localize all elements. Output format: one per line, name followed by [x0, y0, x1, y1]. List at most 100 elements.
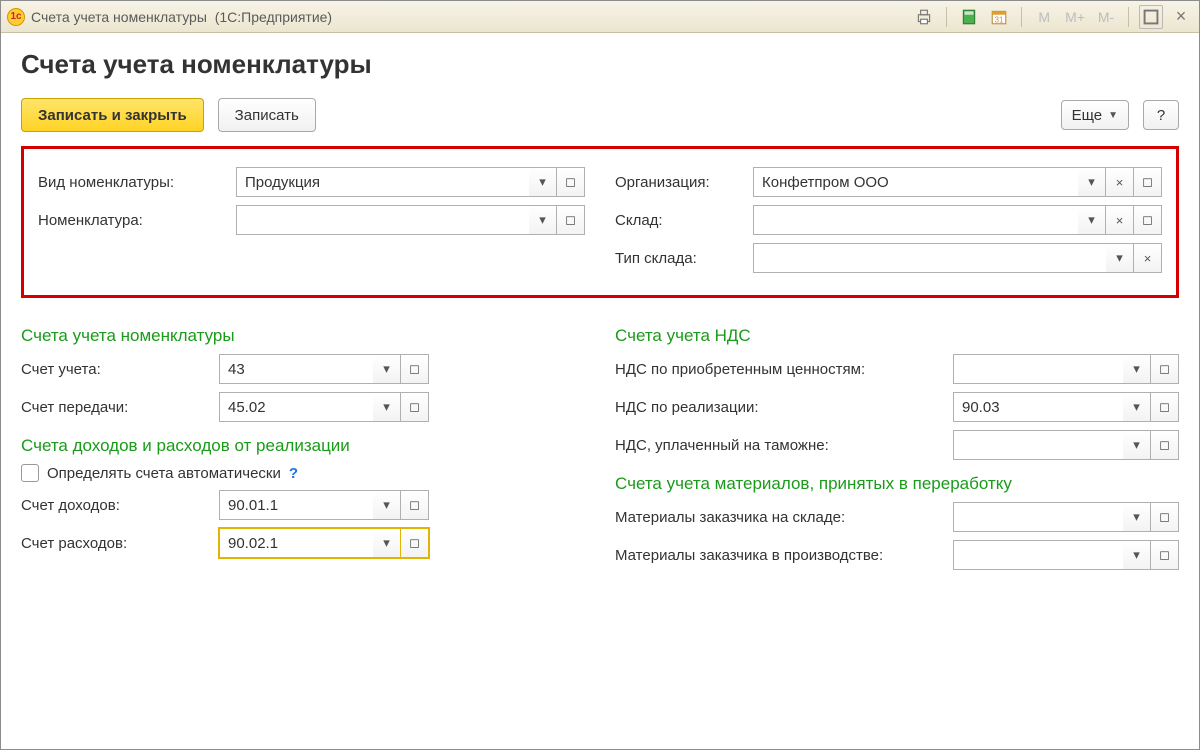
nomenclature-field[interactable]: ▾ ◻	[236, 205, 585, 235]
group-nom-accounts-title: Счета учета номенклатуры	[21, 326, 585, 346]
tolling-stock-label: Материалы заказчика на складе:	[615, 509, 945, 526]
tolling-stock-field[interactable]: ▾ ◻	[953, 502, 1179, 532]
vat-sales-input[interactable]: 90.03	[953, 392, 1123, 422]
transfer-account-field[interactable]: 45.02 ▾ ◻	[219, 392, 429, 422]
dropdown-icon[interactable]: ▾	[373, 354, 401, 384]
group-income-expense-title: Счета доходов и расходов от реализации	[21, 436, 585, 456]
close-icon[interactable]: ×	[1169, 5, 1193, 29]
dropdown-icon[interactable]: ▾	[1123, 392, 1151, 422]
titlebar: 1c Счета учета номенклатуры (1С:Предприя…	[1, 1, 1199, 33]
income-account-input[interactable]: 90.01.1	[219, 490, 373, 520]
calculator-icon[interactable]	[957, 5, 981, 29]
open-icon[interactable]: ◻	[401, 392, 429, 422]
clear-icon[interactable]: ×	[1106, 167, 1134, 197]
income-account-field[interactable]: 90.01.1 ▾ ◻	[219, 490, 429, 520]
income-account-label: Счет доходов:	[21, 497, 211, 514]
dropdown-icon[interactable]: ▾	[1123, 430, 1151, 460]
more-button[interactable]: Еще ▼	[1061, 100, 1129, 130]
account-field[interactable]: 43 ▾ ◻	[219, 354, 429, 384]
open-icon[interactable]: ◻	[1134, 167, 1162, 197]
memory-m-minus-button[interactable]: M-	[1094, 5, 1118, 29]
nomenclature-kind-input[interactable]: Продукция	[236, 167, 529, 197]
dropdown-icon[interactable]: ▾	[1106, 243, 1134, 273]
open-icon[interactable]: ◻	[401, 528, 429, 558]
dropdown-icon[interactable]: ▾	[1123, 502, 1151, 532]
dropdown-icon[interactable]: ▾	[529, 205, 557, 235]
tolling-wip-field[interactable]: ▾ ◻	[953, 540, 1179, 570]
auto-accounts-checkbox[interactable]	[21, 464, 39, 482]
main-columns: Счета учета номенклатуры Счет учета: 43 …	[21, 312, 1179, 578]
help-hint-icon[interactable]: ?	[289, 465, 298, 482]
open-icon[interactable]: ◻	[1151, 502, 1179, 532]
vat-sales-field[interactable]: 90.03 ▾ ◻	[953, 392, 1179, 422]
help-button[interactable]: ?	[1143, 100, 1179, 130]
save-and-close-button[interactable]: Записать и закрыть	[21, 98, 204, 132]
open-icon[interactable]: ◻	[557, 167, 585, 197]
tolling-wip-input[interactable]	[953, 540, 1123, 570]
group-vat-title: Счета учета НДС	[615, 326, 1179, 346]
nomenclature-input[interactable]	[236, 205, 529, 235]
app-logo-icon: 1c	[7, 8, 25, 26]
open-icon[interactable]: ◻	[557, 205, 585, 235]
open-icon[interactable]: ◻	[1151, 392, 1179, 422]
tolling-wip-label: Материалы заказчика в производстве:	[615, 547, 945, 564]
nomenclature-kind-field[interactable]: Продукция ▾ ◻	[236, 167, 585, 197]
warehouse-type-input[interactable]	[753, 243, 1106, 273]
expense-account-label: Счет расходов:	[21, 535, 211, 552]
vat-customs-field[interactable]: ▾ ◻	[953, 430, 1179, 460]
vat-purchase-input[interactable]	[953, 354, 1123, 384]
clear-icon[interactable]: ×	[1134, 243, 1162, 273]
dropdown-icon[interactable]: ▾	[373, 528, 401, 558]
window-title: Счета учета номенклатуры (1С:Предприятие…	[31, 9, 332, 25]
dropdown-icon[interactable]: ▾	[1078, 205, 1106, 235]
vat-customs-input[interactable]	[953, 430, 1123, 460]
open-icon[interactable]: ◻	[1151, 430, 1179, 460]
dropdown-icon[interactable]: ▾	[1078, 167, 1106, 197]
nomenclature-kind-label: Вид номенклатуры:	[38, 174, 228, 191]
transfer-account-label: Счет передачи:	[21, 399, 211, 416]
clear-icon[interactable]: ×	[1106, 205, 1134, 235]
open-icon[interactable]: ◻	[401, 354, 429, 384]
nomenclature-label: Номенклатура:	[38, 212, 228, 229]
account-label: Счет учета:	[21, 361, 211, 378]
header-fields-group: Вид номенклатуры: Продукция ▾ ◻ Номенкла…	[21, 146, 1179, 298]
svg-text:31: 31	[995, 15, 1004, 24]
dropdown-icon[interactable]: ▾	[373, 392, 401, 422]
maximize-icon[interactable]	[1139, 5, 1163, 29]
calendar-icon[interactable]: 31	[987, 5, 1011, 29]
open-icon[interactable]: ◻	[401, 490, 429, 520]
vat-purchase-label: НДС по приобретенным ценностям:	[615, 361, 945, 378]
dropdown-icon[interactable]: ▾	[1123, 540, 1151, 570]
organization-field[interactable]: Конфетпром ООО ▾ × ◻	[753, 167, 1162, 197]
warehouse-type-field[interactable]: ▾ ×	[753, 243, 1162, 273]
organization-label: Организация:	[615, 174, 745, 191]
auto-accounts-label: Определять счета автоматически	[47, 465, 281, 482]
warehouse-field[interactable]: ▾ × ◻	[753, 205, 1162, 235]
open-icon[interactable]: ◻	[1134, 205, 1162, 235]
vat-sales-label: НДС по реализации:	[615, 399, 945, 416]
account-input[interactable]: 43	[219, 354, 373, 384]
memory-m-button[interactable]: M	[1032, 5, 1056, 29]
memory-m-plus-button[interactable]: M+	[1062, 5, 1088, 29]
transfer-account-input[interactable]: 45.02	[219, 392, 373, 422]
app-window: 1c Счета учета номенклатуры (1С:Предприя…	[0, 0, 1200, 750]
warehouse-input[interactable]	[753, 205, 1078, 235]
tolling-stock-input[interactable]	[953, 502, 1123, 532]
group-tolling-title: Счета учета материалов, принятых в перер…	[615, 474, 1179, 494]
dropdown-icon[interactable]: ▾	[529, 167, 557, 197]
form-body: Счета учета номенклатуры Записать и закр…	[1, 33, 1199, 749]
print-icon[interactable]	[912, 5, 936, 29]
open-icon[interactable]: ◻	[1151, 540, 1179, 570]
chevron-down-icon: ▼	[1108, 110, 1118, 121]
form-toolbar: Записать и закрыть Записать Еще ▼ ?	[21, 98, 1179, 132]
vat-purchase-field[interactable]: ▾ ◻	[953, 354, 1179, 384]
organization-input[interactable]: Конфетпром ООО	[753, 167, 1078, 197]
dropdown-icon[interactable]: ▾	[1123, 354, 1151, 384]
warehouse-type-label: Тип склада:	[615, 250, 745, 267]
expense-account-input[interactable]: 90.02.1	[219, 528, 373, 558]
expense-account-field[interactable]: 90.02.1 ▾ ◻	[219, 528, 429, 558]
warehouse-label: Склад:	[615, 212, 745, 229]
dropdown-icon[interactable]: ▾	[373, 490, 401, 520]
open-icon[interactable]: ◻	[1151, 354, 1179, 384]
save-button[interactable]: Записать	[218, 98, 316, 132]
